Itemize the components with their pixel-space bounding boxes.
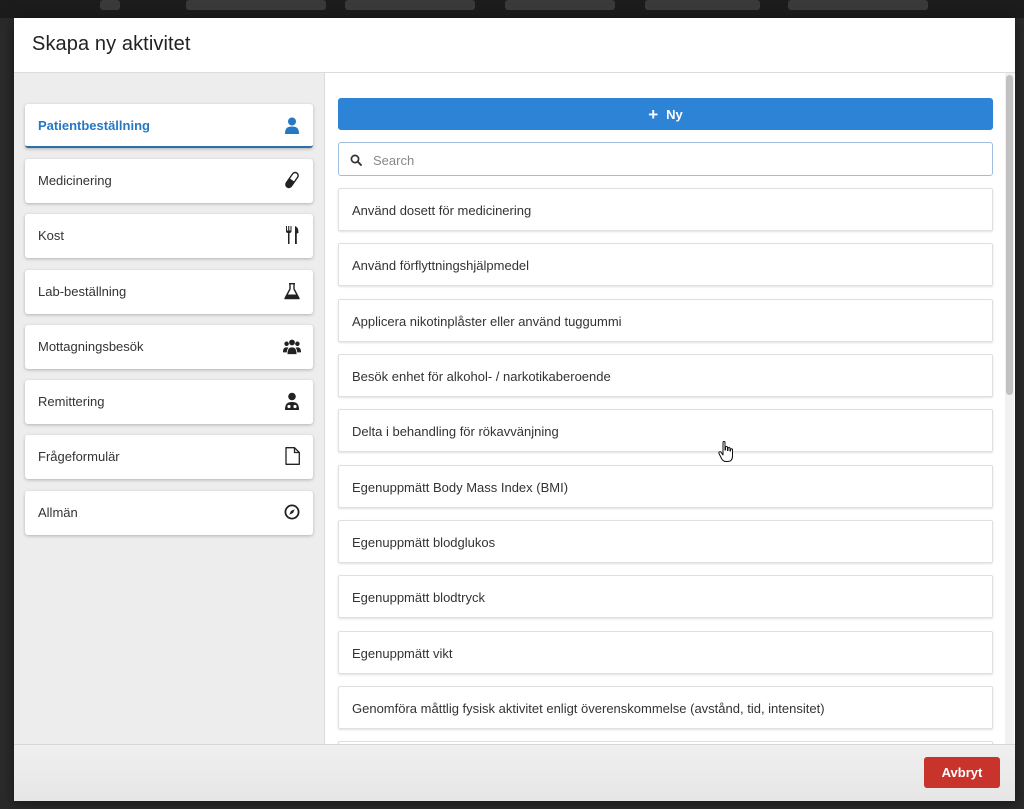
background-blob — [788, 0, 928, 10]
list-item-label: Egenuppmätt blodtryck — [352, 590, 485, 605]
background-blob — [186, 0, 326, 10]
list-item[interactable]: Egenuppmätt Body Mass Index (BMI) — [338, 465, 993, 508]
category-label: Kost — [38, 228, 65, 243]
search-icon — [350, 153, 362, 166]
list-item[interactable]: Egenuppmätt blodtryck — [338, 575, 993, 618]
background-blob — [505, 0, 615, 10]
list-item[interactable]: Delta i behandling för rökavvänjning — [338, 409, 993, 452]
background-blob — [645, 0, 760, 10]
document-icon — [283, 446, 301, 466]
modal-footer: Avbryt — [14, 744, 1015, 801]
category-patientbestallning[interactable]: Patientbeställning — [25, 104, 313, 148]
search-box — [338, 142, 993, 177]
category-remittering[interactable]: Remittering — [25, 380, 313, 424]
background-app-strip — [0, 0, 1024, 18]
category-sidebar: Patientbeställning Medicinering Kost Lab… — [14, 73, 325, 744]
list-item-label: Egenuppmätt Body Mass Index (BMI) — [352, 480, 569, 495]
list-item[interactable]: Genomföra måttlig fysisk aktivitet enlig… — [338, 686, 993, 729]
category-label: Allmän — [38, 505, 78, 520]
category-lab-bestallning[interactable]: Lab-beställning — [25, 270, 313, 314]
cutlery-icon — [283, 225, 301, 245]
list-item-label: Egenuppmätt blodglukos — [352, 535, 496, 550]
list-item[interactable]: Egenuppmätt blodglukos — [338, 520, 993, 563]
background-blob — [345, 0, 475, 10]
cancel-button[interactable]: Avbryt — [924, 757, 1000, 788]
plus-icon: + — [648, 104, 659, 124]
list-item[interactable]: Applicera nikotinplåster eller använd tu… — [338, 299, 993, 342]
scrollbar-thumb[interactable] — [1006, 75, 1013, 395]
background-blob — [100, 0, 120, 10]
list-item[interactable]: Egenuppmätt vikt — [338, 631, 993, 674]
category-label: Remittering — [38, 394, 105, 409]
modal-header: Skapa ny aktivitet — [14, 18, 1015, 73]
category-label: Medicinering — [38, 173, 112, 188]
doctor-icon — [283, 391, 301, 411]
modal-title: Skapa ny aktivitet — [32, 33, 191, 55]
hand-cursor-icon — [718, 441, 733, 462]
list-item-label: Applicera nikotinplåster eller använd tu… — [352, 314, 622, 329]
list-item[interactable]: Besök enhet för alkohol- / narkotikabero… — [338, 354, 993, 397]
category-medicinering[interactable]: Medicinering — [25, 159, 313, 203]
new-activity-button[interactable]: + Ny — [338, 98, 993, 130]
list-scrollbar[interactable] — [1005, 73, 1014, 744]
list-item-label: Besök enhet för alkohol- / narkotikabero… — [352, 369, 611, 384]
category-label: Frågeformulär — [38, 449, 120, 464]
list-item[interactable]: Använd dosett för medicinering — [338, 188, 993, 231]
compass-icon — [283, 502, 301, 522]
list-item-label: Genomföra måttlig fysisk aktivitet enlig… — [352, 701, 825, 716]
new-button-label: Ny — [666, 106, 683, 122]
category-allman[interactable]: Allmän — [25, 491, 313, 535]
list-item-label: Använd dosett för medicinering — [352, 203, 532, 218]
category-kost[interactable]: Kost — [25, 214, 313, 258]
activity-panel: + Ny Använd dosett för medicinering Anvä… — [325, 73, 1015, 744]
category-label: Patientbeställning — [38, 118, 150, 133]
create-activity-modal: Skapa ny aktivitet Patientbeställning Me… — [14, 18, 1015, 801]
pill-icon — [283, 170, 301, 190]
flask-icon — [283, 281, 301, 301]
list-item-label: Delta i behandling för rökavvänjning — [352, 424, 559, 439]
users-group-icon — [283, 336, 301, 356]
search-input[interactable] — [371, 143, 975, 177]
category-label: Mottagningsbesök — [38, 339, 144, 354]
list-item[interactable]: Använd förflyttningshjälpmedel — [338, 243, 993, 286]
list-item-label: Egenuppmätt vikt — [352, 646, 453, 661]
user-icon — [283, 115, 301, 135]
category-frageformular[interactable]: Frågeformulär — [25, 435, 313, 479]
category-mottagningsbesok[interactable]: Mottagningsbesök — [25, 325, 313, 369]
category-label: Lab-beställning — [38, 284, 127, 299]
list-item-label: Använd förflyttningshjälpmedel — [352, 258, 530, 273]
